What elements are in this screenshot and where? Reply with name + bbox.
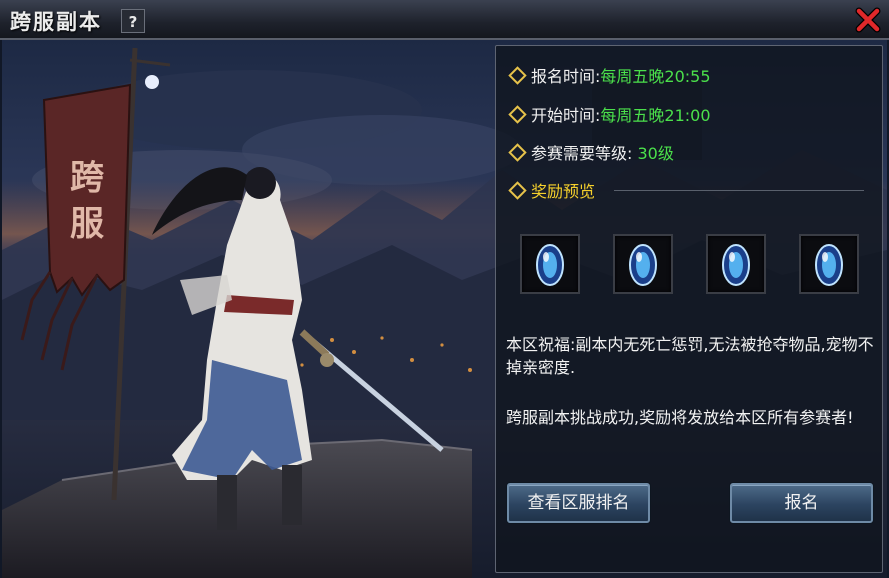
- close-icon: [855, 7, 881, 33]
- level-requirement-value: 30级: [637, 144, 674, 163]
- reward-slot[interactable]: [799, 234, 859, 294]
- level-requirement-row: 参赛需要等级: 30级: [508, 140, 674, 164]
- close-button[interactable]: [854, 6, 882, 34]
- signup-time-row: 报名时间:每周五晚20:55: [508, 63, 711, 87]
- diamond-bullet-icon: [508, 181, 527, 200]
- reward-slot[interactable]: [613, 234, 673, 294]
- signup-time-label: 报名时间:: [531, 67, 601, 86]
- view-server-ranking-button[interactable]: 查看区服排名: [507, 483, 650, 523]
- blue-gem-icon: [536, 244, 564, 286]
- reward-slot[interactable]: [520, 234, 580, 294]
- signup-time-value: 每周五晚20:55: [600, 67, 711, 86]
- moon-icon: [145, 75, 159, 89]
- diamond-bullet-icon: [508, 105, 527, 124]
- start-time-value: 每周五晚21:00: [600, 106, 711, 125]
- blue-gem-icon: [629, 244, 657, 286]
- diamond-bullet-icon: [508, 143, 527, 162]
- dungeon-window: 跨服 跨服副本 ? 报名时间:每周五晚20:55 开始时间:每周五晚21:00 …: [0, 0, 889, 578]
- window-title: 跨服副本: [10, 9, 102, 34]
- banner-text: 跨服: [70, 158, 104, 244]
- start-time-row: 开始时间:每周五晚21:00: [508, 102, 711, 126]
- reward-preview-label: 奖励预览: [531, 182, 596, 201]
- blue-gem-icon: [815, 244, 843, 286]
- diamond-bullet-icon: [508, 66, 527, 85]
- level-requirement-label: 参赛需要等级:: [531, 144, 633, 163]
- title-bar: 跨服副本 ?: [0, 0, 889, 40]
- section-divider: [614, 190, 864, 191]
- blue-gem-icon: [722, 244, 750, 286]
- signup-button[interactable]: 报名: [730, 483, 873, 523]
- reward-description: 跨服副本挑战成功,奖励将发放给本区所有参赛者!: [506, 408, 854, 427]
- reward-preview-row: 奖励预览: [508, 178, 596, 202]
- help-button[interactable]: ?: [121, 9, 145, 33]
- reward-slot[interactable]: [706, 234, 766, 294]
- start-time-label: 开始时间:: [531, 106, 601, 125]
- blessing-description: 本区祝福:副本内无死亡惩罚,无法被抢夺物品,宠物不掉亲密度.: [506, 335, 874, 377]
